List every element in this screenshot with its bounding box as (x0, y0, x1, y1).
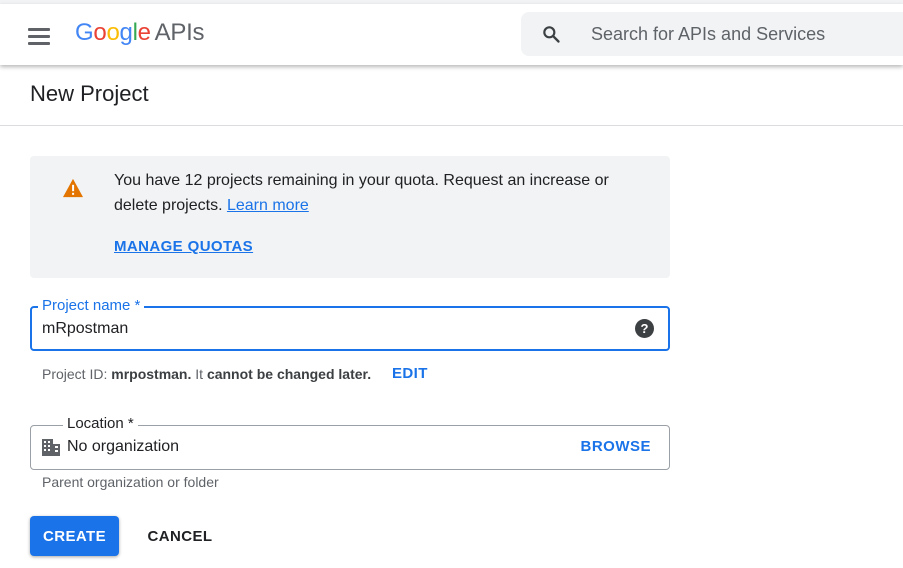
page-title: New Project (30, 81, 149, 106)
hamburger-menu-icon[interactable] (24, 22, 54, 52)
project-name-input[interactable] (42, 308, 622, 349)
logo-letter: g (119, 19, 133, 46)
help-icon[interactable]: ? (635, 319, 654, 338)
quota-message: You have 12 projects remaining in your q… (114, 168, 644, 218)
cancel-button[interactable]: CANCEL (135, 516, 225, 556)
project-name-field[interactable]: Project name * ? (30, 297, 670, 351)
location-label: Location * (63, 415, 138, 432)
location-hint: Parent organization or folder (42, 474, 219, 490)
project-id-value: mrpostman. (111, 366, 192, 382)
google-wordmark: Google (75, 19, 151, 46)
page-header: New Project (0, 65, 903, 126)
edit-project-id-button[interactable]: EDIT (392, 365, 428, 382)
learn-more-link[interactable]: Learn more (227, 197, 309, 214)
top-app-bar: Google APIs (0, 4, 903, 65)
google-apis-logo[interactable]: Google APIs (75, 19, 204, 47)
search-box[interactable] (521, 12, 903, 56)
apis-wordmark: APIs (154, 19, 205, 46)
location-field[interactable]: Location * No organization BROWSE (30, 415, 670, 470)
project-id-warning: cannot be changed later. (206, 366, 372, 382)
quota-notice: You have 12 projects remaining in your q… (30, 156, 670, 278)
logo-letter: G (75, 19, 94, 46)
manage-quotas-link[interactable]: MANAGE QUOTAS (114, 238, 253, 255)
search-input[interactable] (591, 12, 903, 56)
location-value: No organization (67, 438, 180, 455)
create-button[interactable]: CREATE (30, 516, 119, 556)
project-id-prefix: Project ID: (42, 366, 108, 382)
quota-message-text: You have 12 projects remaining in your q… (114, 172, 609, 214)
logo-letter: o (93, 19, 107, 46)
project-id-info: Project ID: mrpostman. It cannot be chan… (42, 366, 371, 382)
warning-icon (63, 178, 83, 198)
building-icon (42, 439, 60, 456)
logo-letter: o (106, 19, 120, 46)
search-icon[interactable] (541, 24, 561, 44)
project-id-middle: It (195, 366, 204, 382)
browse-button[interactable]: BROWSE (581, 438, 652, 455)
logo-letter: e (137, 19, 151, 46)
